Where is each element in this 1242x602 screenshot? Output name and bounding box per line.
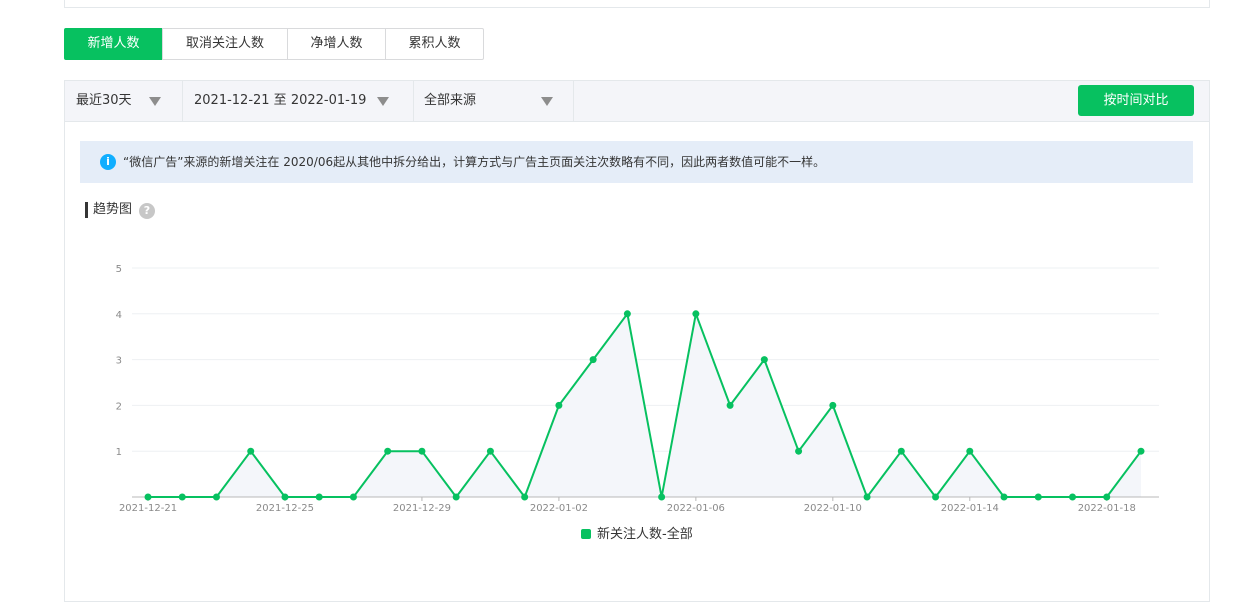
tab-unfollowers[interactable]: 取消关注人数 [162,28,288,60]
data-point [144,493,152,501]
x-tick-label: 2021-12-29 [393,503,451,514]
metric-tabs: 新增人数 取消关注人数 净增人数 累积人数 [64,28,484,60]
data-point [623,310,631,318]
x-tick-label: 2021-12-25 [256,503,314,514]
data-point [966,447,974,455]
data-point [1103,493,1111,501]
data-point [897,447,905,455]
x-tick-label: 2022-01-18 [1078,503,1136,514]
data-point [418,447,426,455]
data-point [521,493,529,501]
data-point [932,493,940,501]
y-tick-label: 2 [116,401,122,412]
x-tick-label: 2022-01-02 [530,503,588,514]
tab-net-growth[interactable]: 净增人数 [287,28,386,60]
data-point [486,447,494,455]
tab-cumulative[interactable]: 累积人数 [385,28,484,60]
data-point [315,493,323,501]
data-point [384,447,392,455]
data-point [829,401,837,409]
legend-label: 新关注人数-全部 [597,527,693,542]
trend-chart: 1 2 3 4 5 2021-12-21 2021-12-25 2021-12-29 2022-… [116,264,1159,514]
y-tick-label: 1 [116,447,122,458]
data-point [795,447,803,455]
data-point [1000,493,1008,501]
y-tick-label: 4 [116,310,122,321]
data-point [1034,493,1042,501]
data-point [212,493,220,501]
trend-panel: 最近30天 2021-12-21 至 2022-01-19 全部来源 按时间对比… [64,80,1210,602]
data-point [726,401,734,409]
data-point [555,401,563,409]
data-point [760,356,768,364]
x-tick-label: 2022-01-10 [804,503,862,514]
data-point [349,493,357,501]
data-point [658,493,666,501]
data-point [1137,447,1145,455]
y-tick-label: 3 [116,356,122,367]
x-tick-label: 2021-12-21 [119,503,177,514]
data-point [863,493,871,501]
data-point [589,356,597,364]
chart-legend[interactable]: 新关注人数-全部 [581,527,693,543]
data-point [178,493,186,501]
x-tick-label: 2022-01-06 [667,503,725,514]
data-point [692,310,700,318]
x-tick-label: 2022-01-14 [941,503,999,514]
data-point [247,447,255,455]
y-tick-label: 5 [116,264,122,275]
data-point [452,493,460,501]
tab-new-followers[interactable]: 新增人数 [64,28,163,60]
data-point [281,493,289,501]
legend-swatch [581,529,591,539]
data-point [1069,493,1077,501]
top-card [64,0,1210,8]
